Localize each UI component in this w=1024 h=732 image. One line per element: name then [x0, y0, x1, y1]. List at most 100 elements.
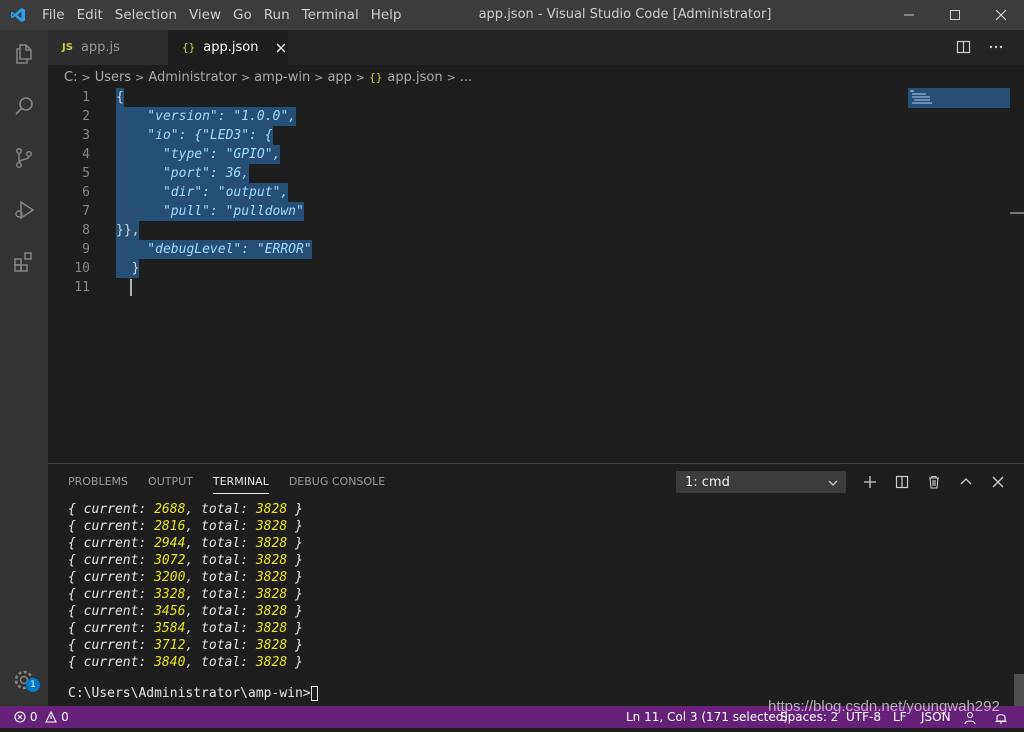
tab-app-js[interactable]: JS app.js [48, 30, 168, 65]
breadcrumb-item[interactable]: amp-win [254, 70, 310, 85]
breadcrumb-item[interactable]: Users [95, 70, 131, 85]
line-number: 3 [82, 128, 90, 143]
code-text: } [116, 259, 140, 278]
current-value: 3712 [154, 638, 186, 653]
line-number: 4 [82, 147, 90, 162]
code-line: 5 "port": 36, [48, 164, 1008, 183]
total-value: 3828 [255, 536, 288, 551]
tab-output[interactable]: OUTPUT [148, 464, 193, 500]
maximize-button[interactable] [932, 0, 978, 30]
tab-app-json[interactable]: {} app.json [168, 30, 288, 65]
chevron-up-icon [960, 478, 972, 485]
more-actions-button[interactable] [988, 39, 1004, 59]
terminal-line: { current: 3072, total: 3828 } [68, 553, 303, 568]
breadcrumb-item[interactable]: ... [460, 70, 472, 85]
total-value: 3828 [255, 553, 288, 568]
total-value: 3828 [255, 621, 288, 636]
minimap[interactable] [908, 88, 1010, 108]
menu-terminal[interactable]: Terminal [296, 0, 365, 30]
code-text: "io": {"LED3": { [116, 126, 273, 145]
close-tab-icon[interactable] [276, 43, 286, 53]
tab-problems[interactable]: PROBLEMS [68, 464, 128, 500]
total-value: 3828 [255, 655, 288, 670]
json-file-icon: {} [369, 70, 383, 84]
split-icon [895, 475, 909, 489]
prompt-text: C:\Users\Administrator\amp-win> [68, 686, 311, 701]
close-icon [992, 476, 1004, 488]
menu-edit[interactable]: Edit [71, 0, 109, 30]
cursor-position[interactable]: Ln 11, Col 3 (171 selected) [626, 706, 788, 728]
current-value: 2944 [154, 536, 186, 551]
close-icon [995, 9, 1007, 21]
current-value: 2688 [154, 502, 186, 517]
code-text: "port": 36, [116, 164, 250, 183]
tab-terminal[interactable]: TERMINAL [212, 464, 269, 500]
tab-label: app.json [203, 40, 259, 55]
terminal-select[interactable]: 1: cmd [676, 471, 846, 493]
menu-file[interactable]: File [36, 0, 71, 30]
terminal-line: { current: 3584, total: 3828 } [68, 621, 303, 636]
terminal-line: { current: 3456, total: 3828 } [68, 604, 303, 619]
breadcrumb-item[interactable]: app [327, 70, 351, 85]
manage-badge: 1 [26, 678, 40, 692]
breadcrumb-item[interactable]: Administrator [148, 70, 237, 85]
total-value: 3828 [255, 519, 288, 534]
menu-help[interactable]: Help [365, 0, 408, 30]
source-control-button[interactable] [0, 134, 48, 182]
split-editor-icon [956, 40, 971, 54]
kill-terminal-button[interactable] [922, 471, 946, 493]
breadcrumb: C: > Users > Administrator > amp-win > app > … [64, 66, 472, 88]
split-editor-button[interactable] [956, 39, 972, 59]
manage-button[interactable] [0, 656, 48, 704]
terminal-scrollbar[interactable] [1014, 674, 1024, 706]
terminal-prompt[interactable]: C:\Users\Administrator\amp-win> [68, 686, 318, 701]
code-line: 7 "pull": "pulldown" [48, 202, 1008, 221]
split-terminal-button[interactable] [890, 471, 914, 493]
terminal-line: { current: 3328, total: 3828 } [68, 587, 303, 602]
code-editor[interactable]: 1 { 2 "version": "1.0.0", 3 "io": {"LED3… [48, 88, 1024, 462]
code-line: 1 { [48, 88, 1008, 107]
chevron-right-icon: > [240, 70, 251, 84]
line-number: 11 [74, 280, 90, 295]
menu-go[interactable]: Go [227, 0, 258, 30]
chevron-right-icon: > [314, 70, 324, 84]
trash-icon [929, 475, 939, 489]
total-value: 3828 [255, 587, 288, 602]
chevron-right-icon: > [135, 70, 145, 84]
terminal-cursor [310, 686, 318, 701]
new-terminal-button[interactable] [858, 471, 882, 493]
problems-status[interactable]: 0 0 [14, 706, 69, 728]
chevron-down-icon [828, 480, 838, 486]
close-window-button[interactable] [978, 0, 1024, 30]
code-line: 9 "debugLevel": "ERROR" [48, 240, 1008, 259]
extensions-button[interactable] [0, 238, 48, 286]
code-text: { [116, 88, 124, 107]
maximize-panel-button[interactable] [954, 471, 978, 493]
search-button[interactable] [0, 82, 48, 130]
error-icon [14, 711, 26, 723]
menu-selection[interactable]: Selection [109, 0, 183, 30]
menu-bar: File Edit Selection View Go Run Terminal… [36, 0, 407, 30]
run-debug-button[interactable] [0, 186, 48, 234]
breadcrumb-item[interactable]: app.json [387, 70, 442, 85]
line-number: 10 [74, 261, 90, 276]
total-value: 3828 [255, 604, 288, 619]
terminal-line: { current: 2816, total: 3828 } [68, 519, 303, 534]
title-bar: File Edit Selection View Go Run Terminal… [0, 0, 1024, 30]
menu-view[interactable]: View [183, 0, 227, 30]
breadcrumb-item[interactable]: C: [64, 70, 77, 85]
code-line: 11 [48, 278, 1008, 297]
tab-debug-console[interactable]: DEBUG CONSOLE [289, 464, 385, 500]
minimize-button[interactable] [886, 0, 932, 30]
vscode-logo-icon [11, 8, 25, 22]
editor-scrollbar[interactable] [1010, 212, 1024, 214]
panel-tabs: PROBLEMS OUTPUT TERMINAL DEBUG CONSOLE [68, 464, 405, 500]
menu-run[interactable]: Run [258, 0, 296, 30]
maximize-icon [950, 10, 960, 20]
error-count: 0 [29, 710, 38, 724]
total-value: 3828 [255, 502, 288, 517]
explorer-button[interactable] [0, 30, 48, 78]
close-panel-button[interactable] [986, 471, 1010, 493]
line-number: 7 [82, 204, 90, 219]
code-line: 2 "version": "1.0.0", [48, 107, 1008, 126]
